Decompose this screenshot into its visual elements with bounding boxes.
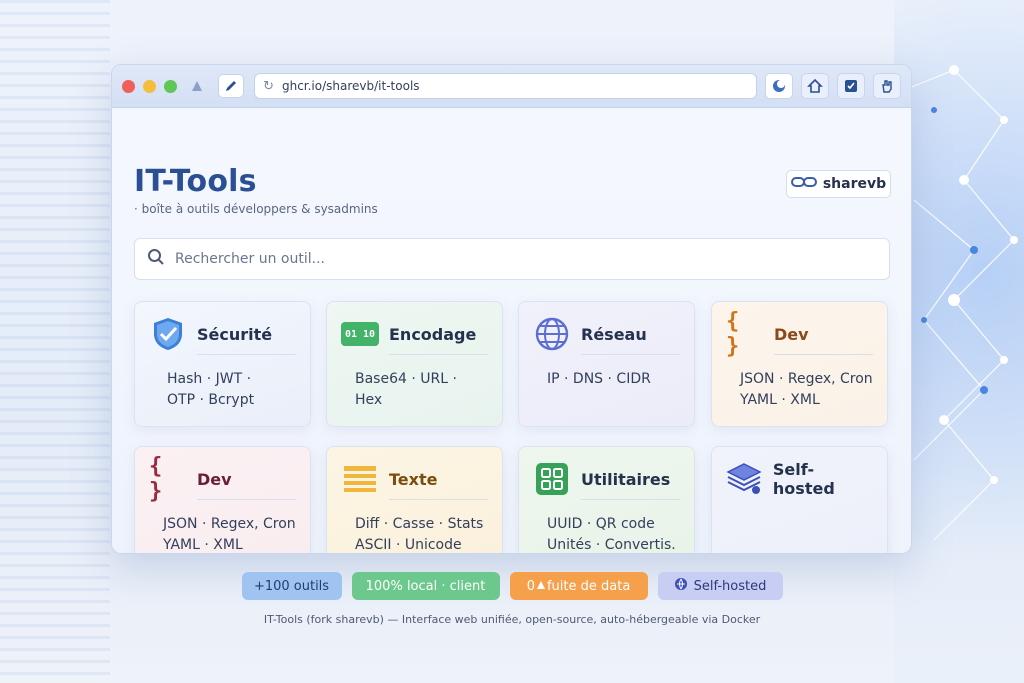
link-icon bbox=[790, 175, 817, 193]
address-url: ghcr.io/sharevb/it-tools bbox=[281, 79, 420, 93]
card-desc-line: Hash · JWT · bbox=[167, 371, 252, 387]
footer-description: IT-Tools (fork sharevb) — Interface web … bbox=[263, 613, 761, 626]
divider bbox=[581, 354, 680, 355]
category-card-encodage[interactable]: 01 10 Encodage Base64 · URL · Hex bbox=[326, 301, 503, 427]
card-title: Texte bbox=[389, 469, 438, 489]
search-icon bbox=[147, 248, 165, 271]
card-desc-line: JSON · Regex, Cron bbox=[740, 371, 873, 387]
category-card-utilitaires[interactable]: Utilitaires UUID · QR code Unités · Conv… bbox=[518, 446, 695, 553]
home-icon[interactable] bbox=[801, 73, 829, 99]
card-desc-line: IP · DNS · CIDR bbox=[547, 371, 651, 387]
card-title: Réseau bbox=[581, 324, 647, 344]
divider bbox=[389, 499, 488, 500]
card-title: Dev bbox=[774, 324, 809, 344]
address-bar[interactable]: ↻ ghcr.io/sharevb/it-tools bbox=[254, 73, 757, 99]
category-card-self-hosted[interactable]: Self-hosted bbox=[711, 446, 888, 553]
search-bar[interactable] bbox=[134, 238, 890, 280]
divider bbox=[197, 354, 296, 355]
braces-icon: { } bbox=[726, 309, 740, 359]
close-window-button[interactable] bbox=[122, 79, 135, 93]
pen-icon[interactable] bbox=[218, 74, 245, 98]
warning-icon bbox=[536, 579, 546, 594]
badge-label: fuite de data bbox=[546, 578, 631, 594]
checklist-icon[interactable] bbox=[837, 73, 865, 99]
badge-local-client: 100% local · client bbox=[351, 572, 500, 600]
feature-badges: +100 outils 100% local · client 0 fuite … bbox=[0, 572, 1024, 600]
globe-icon bbox=[674, 577, 688, 595]
badge-tool-count: +100 outils bbox=[241, 572, 342, 600]
server-stack-icon bbox=[726, 461, 763, 497]
shield-icon bbox=[149, 316, 187, 352]
card-desc-line: Diff · Casse · Stats bbox=[355, 516, 484, 532]
card-desc-line: YAML · XML bbox=[740, 392, 820, 408]
globe-icon bbox=[533, 316, 571, 352]
divider bbox=[197, 499, 296, 500]
extension-icon[interactable] bbox=[185, 74, 211, 98]
card-desc-line: OTP · Bcrypt bbox=[167, 392, 255, 408]
card-title: Sécurité bbox=[197, 324, 273, 344]
browser-window: ↻ ghcr.io/sharevb/it-tools IT-Tools · bo… bbox=[111, 64, 912, 554]
card-title: Encodage bbox=[389, 324, 477, 344]
badge-label: +100 outils bbox=[253, 578, 330, 594]
divider bbox=[774, 354, 873, 355]
category-card-dev-2[interactable]: { } Dev JSON · Regex, Cron YAML · XML bbox=[134, 446, 311, 553]
category-card-securite[interactable]: Sécurité Hash · JWT · OTP · Bcrypt bbox=[134, 301, 311, 427]
category-card-texte[interactable]: Texte Diff · Casse · Stats ASCII · Unico… bbox=[326, 446, 503, 553]
braces-icon: { } bbox=[149, 454, 163, 504]
card-title: Dev bbox=[197, 469, 232, 489]
badge-label: 100% local · client bbox=[365, 578, 486, 594]
page-subtitle: · boîte à outils développers & sysadmins bbox=[134, 202, 378, 216]
card-desc-line: UUID · QR code bbox=[547, 516, 655, 532]
hand-icon[interactable] bbox=[873, 73, 901, 99]
card-desc-line: ASCII · Unicode bbox=[355, 537, 462, 553]
badge-self-hosted: Self-hosted bbox=[657, 572, 783, 600]
badge-label: Self-hosted bbox=[693, 578, 767, 594]
badge-prefix: 0 bbox=[526, 578, 535, 594]
browser-titlebar: ↻ ghcr.io/sharevb/it-tools bbox=[112, 65, 911, 108]
card-title: Utilitaires bbox=[581, 469, 671, 489]
badge-no-data-leak: 0 fuite de data bbox=[509, 572, 648, 600]
divider bbox=[389, 354, 488, 355]
card-desc-line: Base64 · URL · Hex bbox=[355, 371, 457, 408]
reload-icon[interactable]: ↻ bbox=[263, 79, 274, 94]
card-desc-line: YAML · XML bbox=[163, 537, 243, 553]
binary-badge: 01 10 bbox=[341, 322, 379, 346]
theme-toggle-icon[interactable] bbox=[765, 73, 793, 99]
maximize-window-button[interactable] bbox=[163, 79, 177, 93]
minimize-window-button[interactable] bbox=[142, 79, 156, 93]
binary-icon: 01 10 bbox=[341, 316, 379, 352]
text-lines-icon bbox=[341, 461, 379, 497]
card-desc-line: Unités · Convertis. bbox=[547, 537, 676, 553]
divider bbox=[581, 499, 680, 500]
brand-label: sharevb bbox=[822, 176, 887, 192]
category-card-dev[interactable]: { } Dev JSON · Regex, Cron YAML · XML bbox=[711, 301, 888, 427]
category-card-reseau[interactable]: Réseau IP · DNS · CIDR bbox=[518, 301, 695, 427]
page-title: IT-Tools bbox=[134, 164, 257, 199]
card-title: Self-hosted bbox=[772, 460, 835, 498]
grid-apps-icon bbox=[533, 461, 571, 497]
search-input[interactable] bbox=[175, 251, 877, 267]
sharevb-link-button[interactable]: sharevb bbox=[786, 170, 891, 198]
card-desc-line: JSON · Regex, Cron bbox=[163, 516, 296, 532]
